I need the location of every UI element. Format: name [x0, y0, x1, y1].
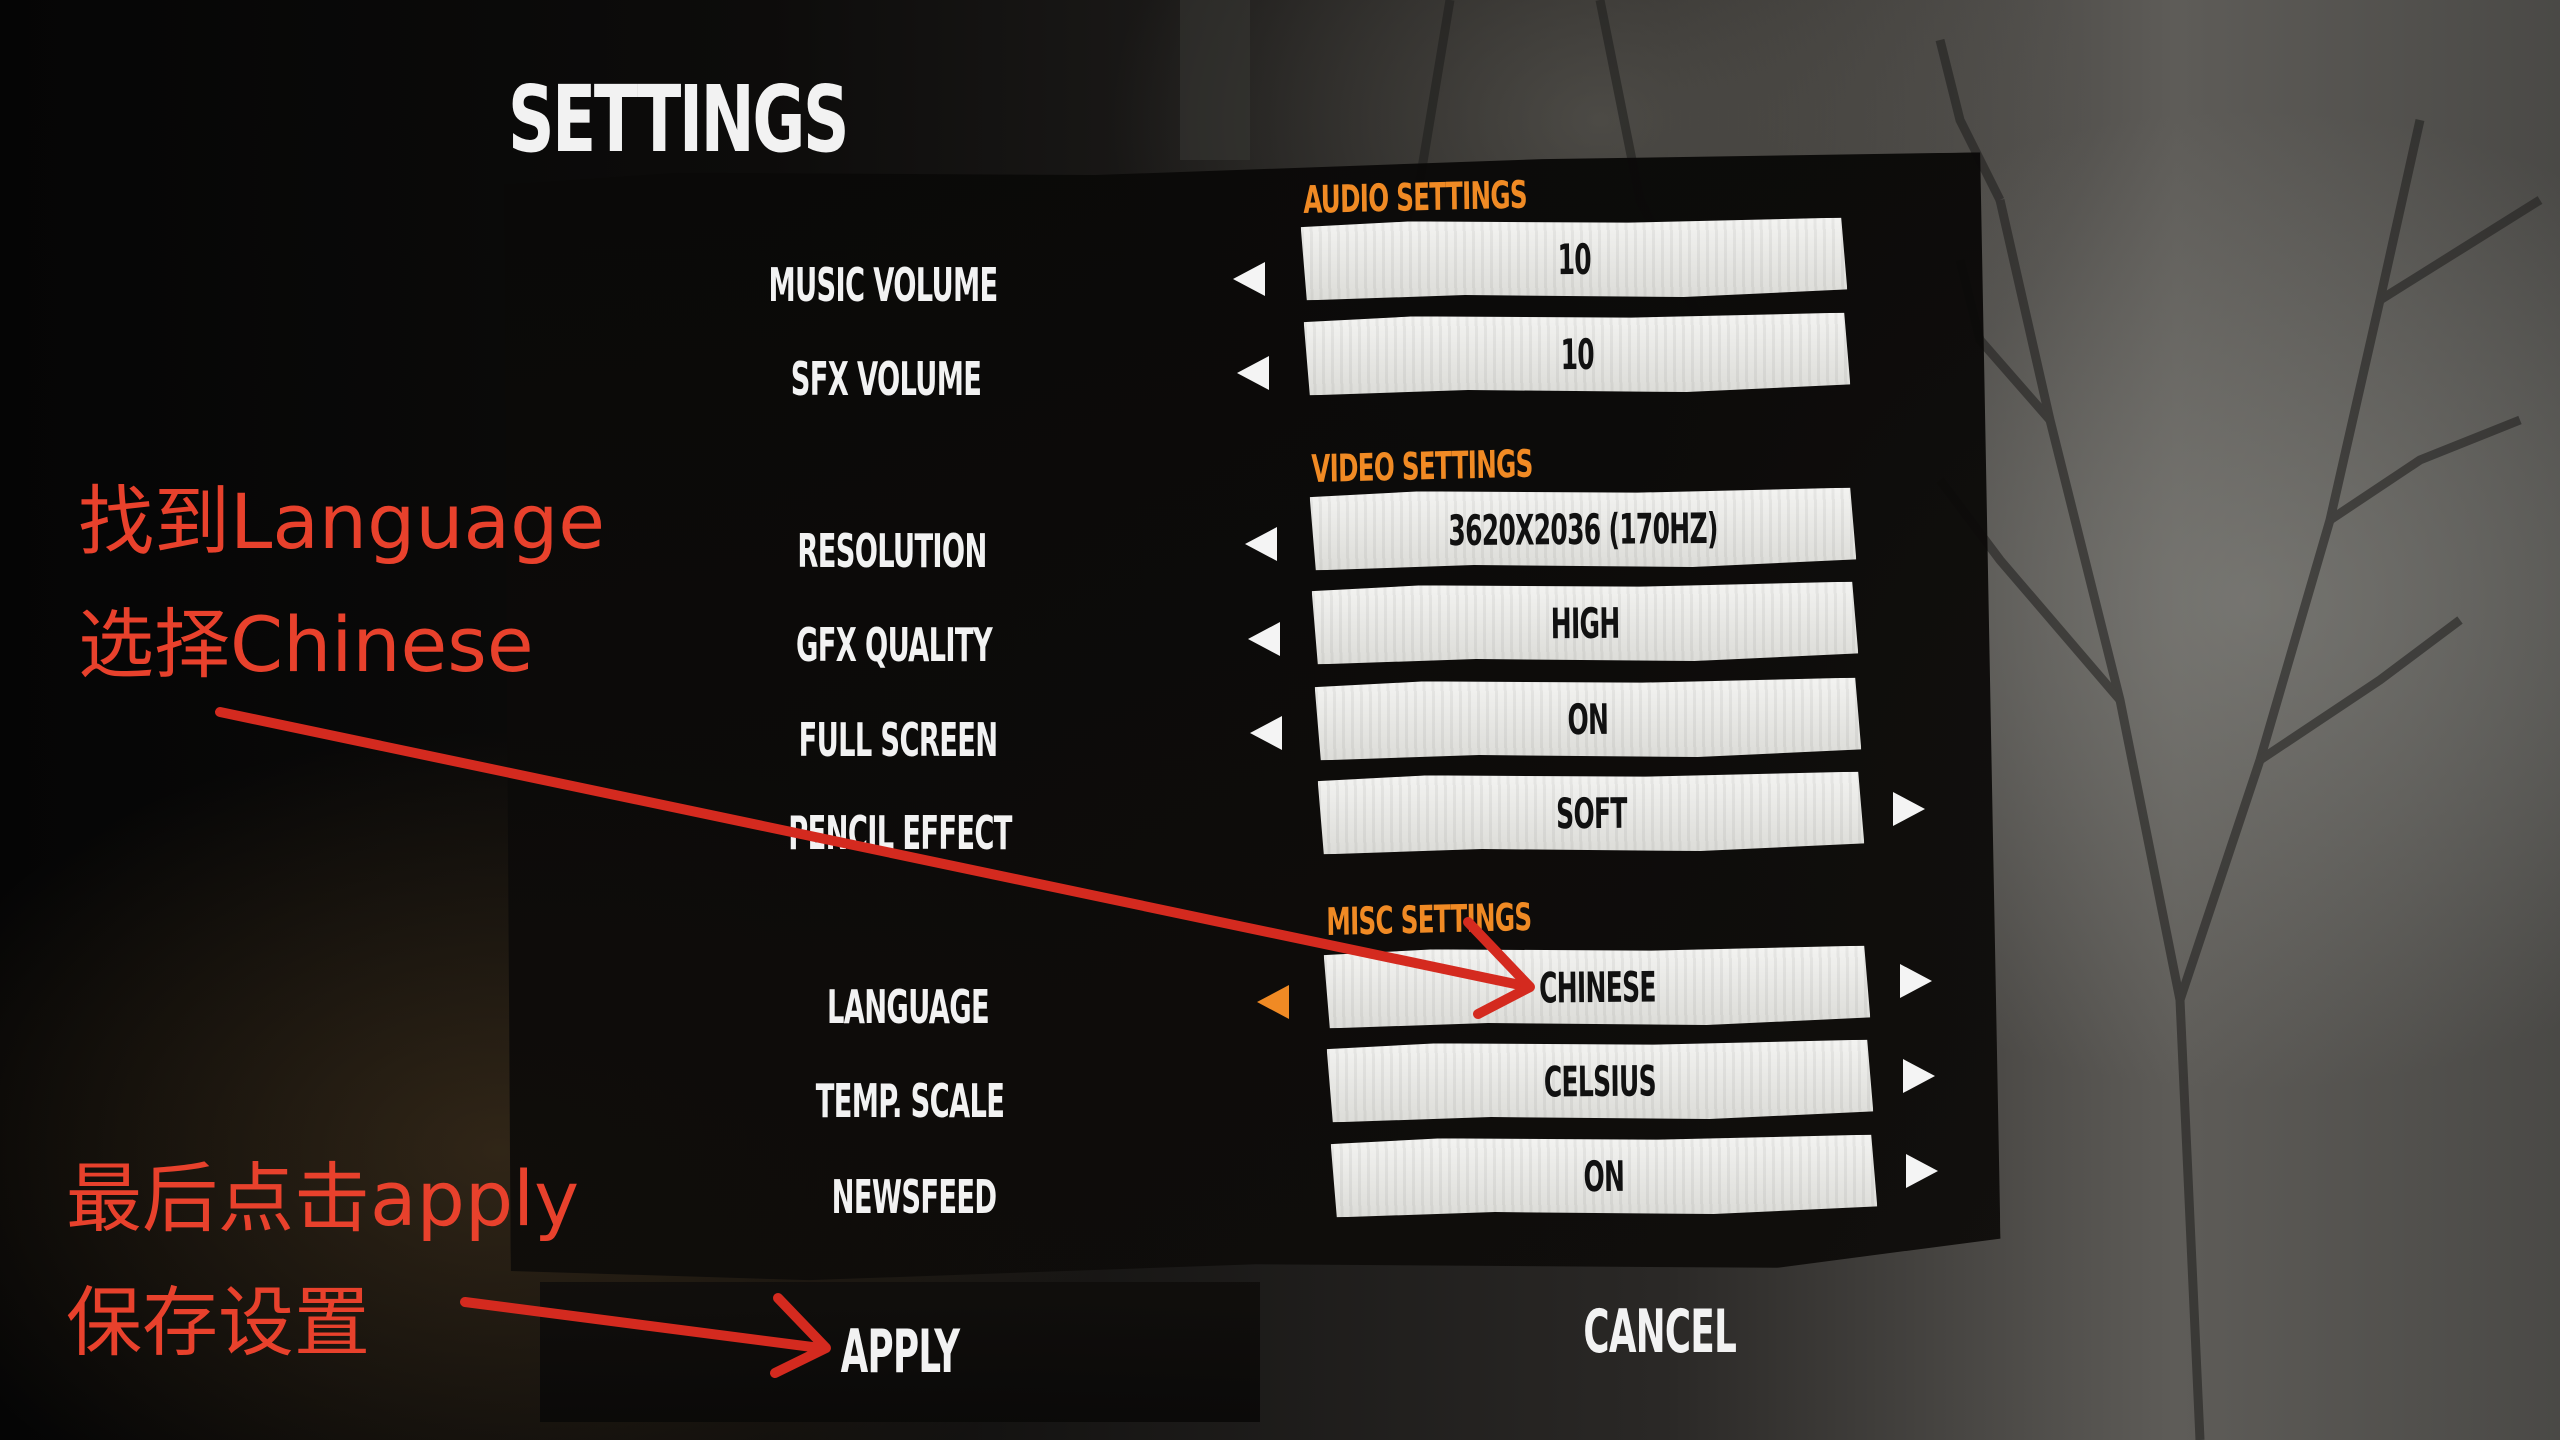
full-screen-label: FULL SCREEN	[798, 713, 998, 767]
newsfeed-value: ON	[1583, 1151, 1625, 1201]
sfx-volume-decrease-arrow-icon[interactable]	[1237, 356, 1269, 390]
full-screen-value: ON	[1567, 694, 1609, 744]
pencil-effect-value: SOFT	[1555, 788, 1627, 838]
resolution-value-box[interactable]: 3620X2036 (170HZ)	[1310, 488, 1857, 571]
resolution-value: 3620X2036 (170HZ)	[1448, 503, 1718, 555]
gfx-quality-label: GFX QUALITY	[796, 618, 993, 672]
annotation-find-language: 找到Language	[78, 477, 606, 566]
newsfeed-value-box[interactable]: ON	[1331, 1135, 1878, 1218]
audio-settings-header: AUDIO SETTINGS	[1303, 172, 1528, 222]
settings-title: SETTINGS	[508, 66, 849, 173]
cancel-button-label: CANCEL	[1583, 1297, 1737, 1367]
video-settings-header: VIDEO SETTINGS	[1311, 441, 1533, 491]
music-volume-value-box[interactable]: 10	[1301, 218, 1848, 301]
misc-settings-header: MISC SETTINGS	[1326, 895, 1532, 944]
language-decrease-arrow-icon[interactable]	[1257, 985, 1289, 1019]
gfx-quality-value-box[interactable]: HIGH	[1312, 582, 1859, 665]
temp-scale-value: CELSIUS	[1543, 1056, 1657, 1106]
music-volume-decrease-arrow-icon[interactable]	[1233, 262, 1265, 296]
language-increase-arrow-icon[interactable]	[1900, 964, 1932, 998]
newsfeed-increase-arrow-icon[interactable]	[1906, 1154, 1938, 1188]
music-volume-label: MUSIC VOLUME	[768, 258, 999, 312]
resolution-decrease-arrow-icon[interactable]	[1245, 527, 1277, 561]
full-screen-value-box[interactable]: ON	[1315, 678, 1862, 761]
apply-button[interactable]: APPLY	[540, 1282, 1260, 1422]
sfx-volume-value: 10	[1560, 329, 1594, 379]
annotation-select-chinese: 选择Chinese	[78, 600, 534, 689]
resolution-label: RESOLUTION	[797, 524, 987, 578]
music-volume-value: 10	[1557, 234, 1591, 284]
cancel-button[interactable]: CANCEL	[1300, 1262, 2020, 1402]
sfx-volume-label: SFX VOLUME	[790, 352, 982, 406]
sfx-volume-value-box[interactable]: 10	[1304, 313, 1851, 396]
temp-scale-increase-arrow-icon[interactable]	[1903, 1059, 1935, 1093]
gfx-quality-value: HIGH	[1550, 598, 1620, 648]
language-value-box[interactable]: CHINESE	[1324, 946, 1871, 1029]
annotation-save-settings: 保存设置	[66, 1278, 370, 1367]
language-value: CHINESE	[1538, 961, 1656, 1013]
temp-scale-value-box[interactable]: CELSIUS	[1327, 1040, 1874, 1123]
temp-scale-label: TEMP. SCALE	[815, 1074, 1005, 1128]
newsfeed-label: NEWSFEED	[831, 1170, 997, 1224]
pencil-effect-value-box[interactable]: SOFT	[1318, 772, 1865, 855]
annotation-click-apply: 最后点击apply	[66, 1154, 580, 1243]
pencil-effect-label: PENCIL EFFECT	[788, 806, 1012, 860]
gfx-quality-decrease-arrow-icon[interactable]	[1248, 622, 1280, 656]
full-screen-decrease-arrow-icon[interactable]	[1250, 716, 1282, 750]
apply-button-label: APPLY	[840, 1317, 960, 1387]
pencil-effect-increase-arrow-icon[interactable]	[1893, 792, 1925, 826]
language-label: LANGUAGE	[826, 980, 990, 1034]
